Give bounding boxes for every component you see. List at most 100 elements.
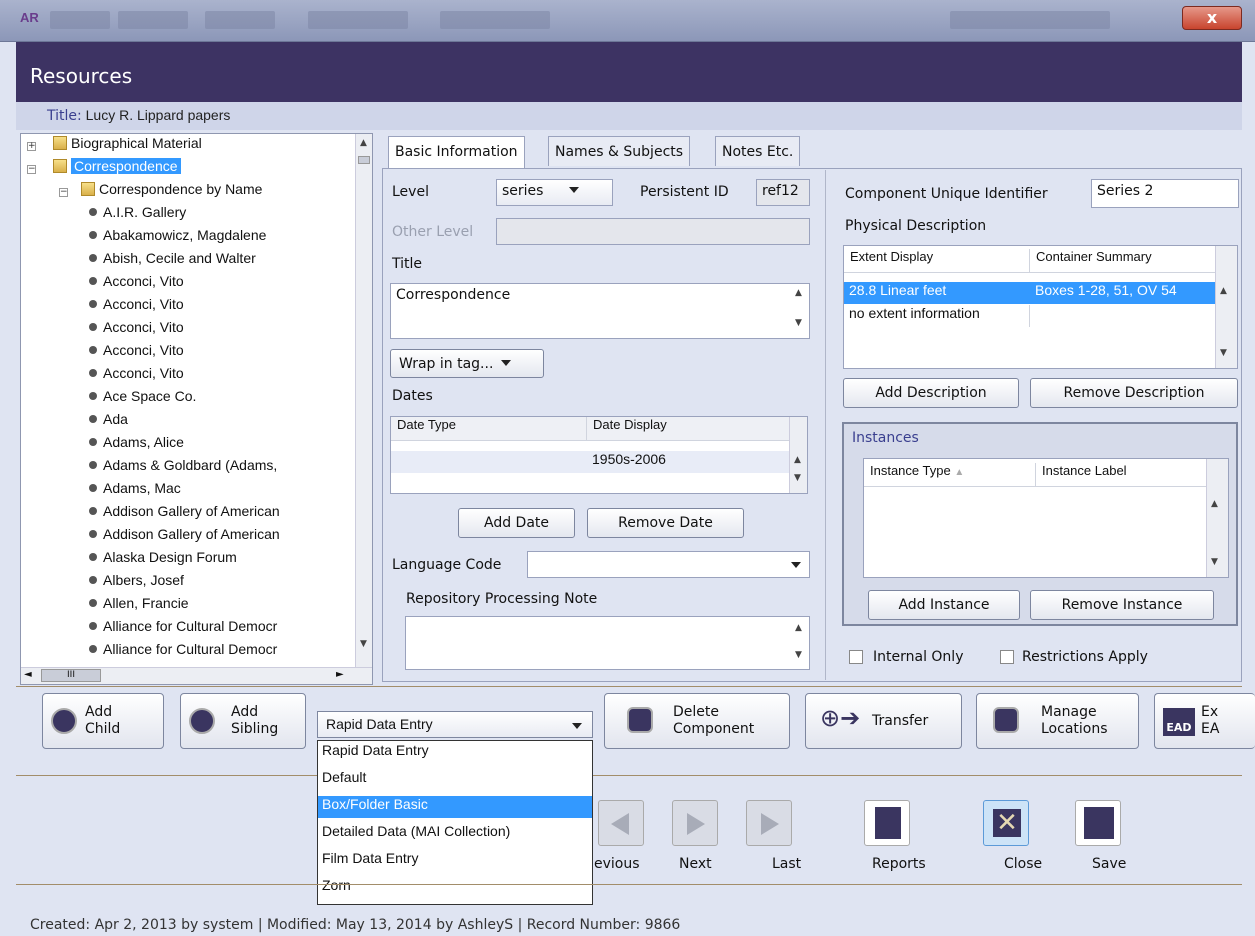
- scroll-down-icon[interactable]: ▼: [795, 318, 802, 328]
- language-code-select[interactable]: [527, 551, 810, 578]
- tree-leaf[interactable]: Abakamowicz, Magdalene: [89, 227, 266, 249]
- tree-leaf[interactable]: Adams, Alice: [89, 434, 184, 456]
- tree-vertical-scrollbar[interactable]: ▲ ▼: [355, 134, 372, 684]
- tree-leaf[interactable]: Acconci, Vito: [89, 319, 184, 341]
- tree-leaf[interactable]: Albers, Josef: [89, 572, 184, 594]
- previous-button[interactable]: [598, 800, 644, 846]
- internal-only-checkbox[interactable]: [849, 650, 863, 664]
- repository-note-textarea[interactable]: ▲ ▼: [405, 616, 810, 670]
- column-header[interactable]: Extent Display: [844, 249, 1030, 273]
- tab-notes[interactable]: Notes Etc.: [715, 136, 801, 166]
- next-button[interactable]: [672, 800, 718, 846]
- component-id-field[interactable]: Series 2: [1091, 179, 1239, 208]
- expand-icon[interactable]: +: [27, 142, 36, 151]
- template-option[interactable]: Film Data Entry: [318, 850, 592, 872]
- add-description-button[interactable]: Add Description: [843, 378, 1019, 408]
- column-header[interactable]: Date Display: [587, 417, 791, 441]
- scroll-left-icon[interactable]: ◄: [24, 669, 32, 680]
- instances-scrollbar[interactable]: ▲ ▼: [1206, 459, 1228, 577]
- wrap-in-tag-button[interactable]: Wrap in tag...: [390, 349, 544, 378]
- note-scrollbar[interactable]: ▲ ▼: [791, 617, 809, 669]
- tab-names-subjects[interactable]: Names & Subjects: [548, 136, 691, 166]
- restrictions-apply-checkbox[interactable]: [1000, 650, 1014, 664]
- tree-node[interactable]: Biographical Material: [53, 135, 202, 157]
- tree-leaf[interactable]: Addison Gallery of American: [89, 526, 280, 548]
- add-date-button[interactable]: Add Date: [458, 508, 575, 538]
- dates-table[interactable]: Date Type Date Display 1950s-2006 ▲ ▼: [390, 416, 808, 494]
- scroll-down-icon[interactable]: ▼: [1220, 348, 1227, 358]
- extent-display-cell[interactable]: no extent information: [844, 305, 1030, 327]
- scroll-up-icon[interactable]: ▲: [794, 455, 801, 465]
- scroll-down-icon[interactable]: ▼: [795, 650, 802, 660]
- remove-instance-button[interactable]: Remove Instance: [1030, 590, 1214, 620]
- scroll-thumb[interactable]: III: [41, 669, 101, 682]
- tree-leaf[interactable]: Abish, Cecile and Walter: [89, 250, 256, 272]
- column-header[interactable]: Instance Label: [1036, 463, 1208, 487]
- level-select[interactable]: series: [496, 179, 613, 206]
- template-option[interactable]: Default: [318, 769, 592, 791]
- save-button[interactable]: [1075, 800, 1121, 846]
- title-scrollbar[interactable]: ▲ ▼: [791, 284, 809, 338]
- add-sibling-button[interactable]: Add Sibling: [180, 693, 306, 749]
- add-instance-button[interactable]: Add Instance: [868, 590, 1020, 620]
- scroll-up-icon[interactable]: ▲: [795, 623, 802, 633]
- scroll-down-icon[interactable]: ▼: [794, 473, 801, 483]
- tree-node[interactable]: Correspondence by Name: [81, 181, 262, 203]
- scroll-up-icon[interactable]: ▲: [795, 288, 802, 298]
- tree-node-selected[interactable]: Correspondence: [53, 158, 181, 180]
- tree-leaf[interactable]: A.I.R. Gallery: [89, 204, 186, 226]
- extent-table[interactable]: Extent Display Container Summary 28.8 Li…: [843, 245, 1238, 369]
- scroll-down-icon[interactable]: ▼: [1211, 557, 1218, 567]
- dates-scrollbar[interactable]: ▲ ▼: [789, 417, 807, 493]
- container-summary-cell[interactable]: Boxes 1-28, 51, OV 54: [1030, 282, 1218, 304]
- remove-description-button[interactable]: Remove Description: [1030, 378, 1238, 408]
- tree-leaf[interactable]: Addison Gallery of American: [89, 503, 280, 525]
- tree-leaf[interactable]: Adams & Goldbard (Adams,: [89, 457, 277, 479]
- instances-table[interactable]: Instance Type ▲ Instance Label ▲ ▼: [863, 458, 1229, 578]
- manage-locations-button[interactable]: Manage Locations: [976, 693, 1139, 749]
- tree-leaf[interactable]: Adams, Mac: [89, 480, 181, 502]
- scroll-down-icon[interactable]: ▼: [360, 639, 367, 649]
- scroll-right-icon[interactable]: ►: [336, 669, 344, 680]
- tab-basic-information[interactable]: Basic Information: [388, 136, 525, 169]
- tree-leaf[interactable]: Alaska Design Forum: [89, 549, 237, 571]
- component-tree[interactable]: + Biographical Material − Correspondence…: [20, 133, 373, 685]
- transfer-button[interactable]: ⊕➔ Transfer: [805, 693, 962, 749]
- export-ead-button[interactable]: EAD Ex EA: [1154, 693, 1255, 749]
- add-child-button[interactable]: Add Child: [42, 693, 164, 749]
- tree-leaf[interactable]: Acconci, Vito: [89, 273, 184, 295]
- tree-leaf[interactable]: Acconci, Vito: [89, 342, 184, 364]
- tree-leaf[interactable]: Allen, Francie: [89, 595, 189, 617]
- scroll-thumb[interactable]: [358, 156, 370, 164]
- close-button[interactable]: ✕: [983, 800, 1029, 846]
- tree-leaf[interactable]: Alliance for Cultural Democr: [89, 618, 277, 640]
- extent-scrollbar[interactable]: ▲ ▼: [1215, 246, 1237, 368]
- template-option[interactable]: Rapid Data Entry: [318, 742, 592, 764]
- column-header[interactable]: Instance Type ▲: [864, 463, 1036, 487]
- template-dropdown[interactable]: Rapid Data Entry Default Box/Folder Basic D…: [317, 740, 593, 905]
- last-button[interactable]: [746, 800, 792, 846]
- scroll-up-icon[interactable]: ▲: [360, 138, 367, 148]
- template-select[interactable]: Rapid Data Entry: [317, 711, 593, 738]
- delete-component-button[interactable]: Delete Component: [604, 693, 790, 749]
- tree-leaf[interactable]: Ace Space Co.: [89, 388, 196, 410]
- window-close-button[interactable]: x: [1182, 6, 1242, 30]
- scroll-up-icon[interactable]: ▲: [1211, 499, 1218, 509]
- reports-button[interactable]: [864, 800, 910, 846]
- tree-horizontal-scrollbar[interactable]: ◄ III ►: [21, 667, 372, 684]
- template-option[interactable]: Box/Folder Basic: [318, 796, 592, 818]
- column-header[interactable]: Container Summary: [1030, 249, 1218, 273]
- extent-display-cell[interactable]: 28.8 Linear feet: [844, 282, 1030, 304]
- collapse-icon[interactable]: −: [59, 188, 68, 197]
- title-textarea[interactable]: Correspondence ▲ ▼: [390, 283, 810, 339]
- collapse-icon[interactable]: −: [27, 165, 36, 174]
- column-header[interactable]: Date Type: [391, 417, 587, 441]
- tree-leaf[interactable]: Alliance for Cultural Democr: [89, 641, 277, 663]
- template-option[interactable]: Detailed Data (MAI Collection): [318, 823, 592, 845]
- tree-leaf[interactable]: Ada: [89, 411, 128, 433]
- template-option[interactable]: Zorn: [318, 877, 592, 899]
- remove-date-button[interactable]: Remove Date: [587, 508, 744, 538]
- tree-leaf[interactable]: Acconci, Vito: [89, 365, 184, 387]
- tree-leaf[interactable]: Acconci, Vito: [89, 296, 184, 318]
- scroll-up-icon[interactable]: ▲: [1220, 286, 1227, 296]
